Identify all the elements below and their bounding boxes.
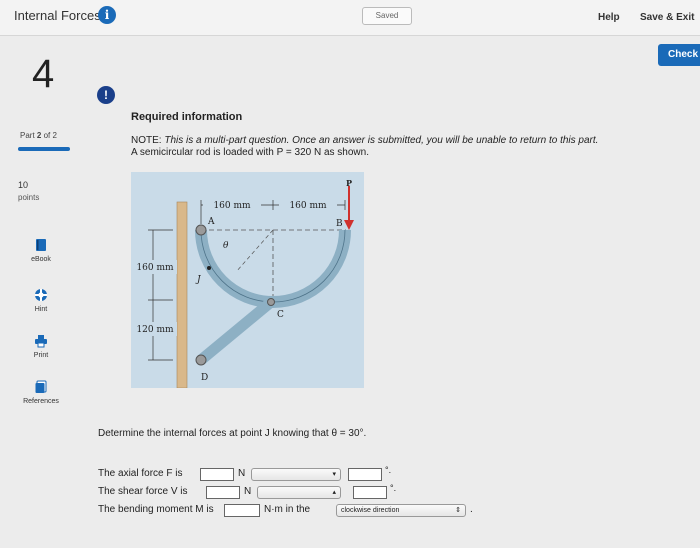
print-label: Print xyxy=(33,352,49,359)
point-j-marker xyxy=(207,266,211,270)
assignment-title: Internal Forces xyxy=(14,8,101,23)
axial-force-angle-input[interactable] xyxy=(348,468,382,481)
required-information-title: Required information xyxy=(131,111,243,123)
axial-force-select[interactable]: ▾ xyxy=(251,468,341,481)
member-cd xyxy=(197,297,275,365)
shear-force-label: The shear force V is xyxy=(98,486,188,497)
references-button[interactable]: References xyxy=(14,380,68,405)
figure-drawing: 160 mm 160 mm 160 mm 120 mm P A B C D J … xyxy=(133,178,354,389)
pin-a xyxy=(195,224,207,236)
bending-moment-select-value: clockwise direction xyxy=(341,507,400,514)
part-current: 2 xyxy=(36,131,42,140)
shear-force-row: The shear force V is N ▴ °. xyxy=(98,483,418,500)
dim-label-top-left: 160 mm xyxy=(213,201,251,211)
dim-label-left-upper: 160 mm xyxy=(136,263,174,273)
alert-icon: ! xyxy=(97,86,115,104)
label-p: P xyxy=(346,178,352,188)
references-icon xyxy=(35,380,47,393)
chevron-down-icon: ▾ xyxy=(332,471,336,478)
ebook-label: eBook xyxy=(31,256,51,263)
pin-c xyxy=(267,298,275,306)
print-icon xyxy=(35,335,47,348)
multi-part-note: NOTE: This is a multi-part question. Onc… xyxy=(131,135,691,146)
part-indicator: Part 2 of 2 xyxy=(20,131,57,140)
label-theta: θ xyxy=(223,241,229,251)
shear-force-select[interactable]: ▴ xyxy=(257,486,341,499)
references-label: References xyxy=(23,398,59,405)
question-number: 4 xyxy=(32,52,55,96)
top-bar: Internal Forces i Saved Help Save & Exit xyxy=(0,0,700,36)
bending-moment-label: The bending moment M is xyxy=(98,504,214,515)
hint-button[interactable]: Hint xyxy=(14,288,68,313)
note-text: This is a multi-part question. Once an a… xyxy=(164,135,599,146)
print-button[interactable]: Print xyxy=(14,334,68,359)
dim-label-left-lower: 120 mm xyxy=(136,325,174,335)
points-label: points xyxy=(18,193,40,202)
axial-force-input[interactable] xyxy=(200,468,234,481)
sentence-period: . xyxy=(470,504,473,515)
question-text: Determine the internal forces at point J… xyxy=(98,428,367,439)
label-d: D xyxy=(201,373,208,383)
points-value: 10 xyxy=(18,180,29,190)
axial-force-unit: N xyxy=(238,468,246,479)
dim-label-top-right: 160 mm xyxy=(289,201,327,211)
shear-force-angle-input[interactable] xyxy=(353,486,387,499)
shear-force-unit: N xyxy=(244,486,252,497)
ebook-button[interactable]: eBook xyxy=(14,238,68,263)
chevron-up-icon: ▴ xyxy=(332,489,336,496)
load-arrowhead xyxy=(344,220,354,230)
wall xyxy=(176,201,188,389)
bending-moment-unit: N·m in the xyxy=(264,504,311,515)
part-prefix: Part xyxy=(20,131,35,140)
note-prefix: NOTE: xyxy=(131,135,162,146)
label-b: B xyxy=(336,219,343,229)
label-c: C xyxy=(277,310,284,320)
saved-status: Saved xyxy=(362,7,412,25)
bending-moment-input[interactable] xyxy=(224,504,260,517)
book-icon xyxy=(36,239,46,251)
problem-figure: 160 mm 160 mm 160 mm 120 mm P A B C D J … xyxy=(131,172,364,389)
degree-symbol: °. xyxy=(385,465,392,475)
help-button[interactable]: Help xyxy=(598,12,620,23)
bending-moment-row: The bending moment M is N·m in the clock… xyxy=(98,504,478,518)
bending-moment-direction-select[interactable]: clockwise direction ⇕ xyxy=(336,504,466,517)
hint-icon xyxy=(35,289,47,301)
degree-symbol: °. xyxy=(390,483,397,493)
check-button[interactable]: Check xyxy=(658,44,700,66)
label-j: J xyxy=(195,275,202,285)
hint-label: Hint xyxy=(34,306,48,313)
part-progress-bar xyxy=(18,147,70,151)
info-icon[interactable]: i xyxy=(98,6,116,24)
problem-description: A semicircular rod is loaded with P = 32… xyxy=(131,147,369,158)
axial-force-row: The axial force F is N ▾ °. xyxy=(98,465,418,482)
dashed-line-theta xyxy=(235,229,274,273)
part-of: of 2 xyxy=(43,131,57,140)
label-a: A xyxy=(207,217,215,227)
shear-force-input[interactable] xyxy=(206,486,240,499)
select-arrows-icon: ⇕ xyxy=(455,507,461,514)
save-exit-button[interactable]: Save & Exit xyxy=(640,12,694,23)
axial-force-label: The axial force F is xyxy=(98,468,183,479)
pin-d xyxy=(195,354,207,366)
